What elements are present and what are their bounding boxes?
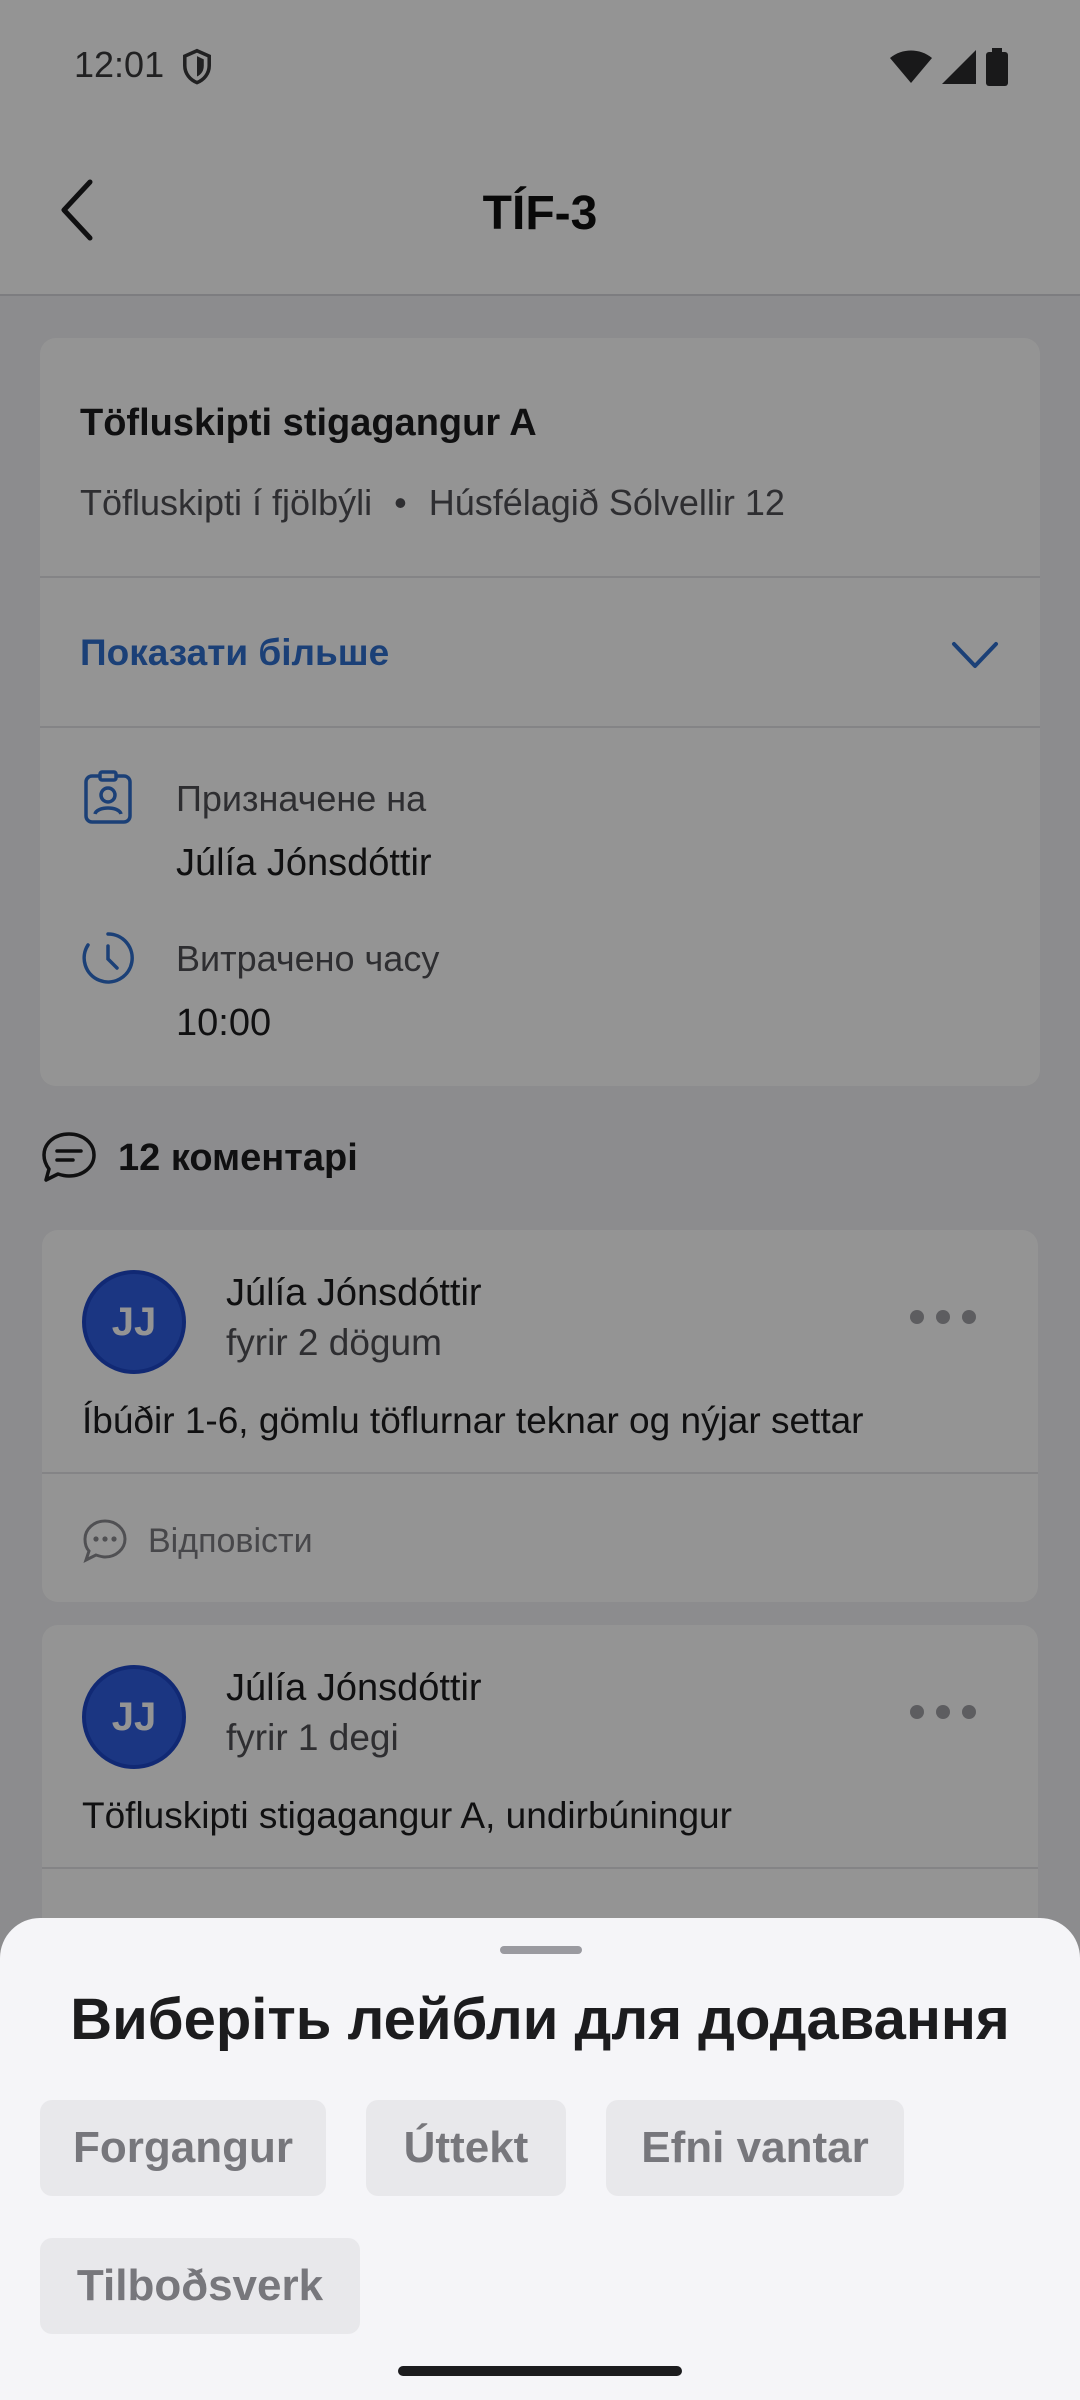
label-picker-sheet: Виберіть лейбли для додавання Forgangur … — [0, 1918, 1080, 2400]
sheet-title: Виберіть лейбли для додавання — [70, 1987, 1010, 2052]
drag-handle[interactable] — [500, 1946, 582, 1954]
gesture-nav-bar[interactable] — [398, 2366, 682, 2376]
label-chip[interactable]: Tilboðsverk — [40, 2238, 360, 2334]
label-chip[interactable]: Forgangur — [40, 2100, 326, 2196]
label-chip[interactable]: Efni vantar — [606, 2100, 904, 2196]
label-chip[interactable]: Úttekt — [366, 2100, 566, 2196]
